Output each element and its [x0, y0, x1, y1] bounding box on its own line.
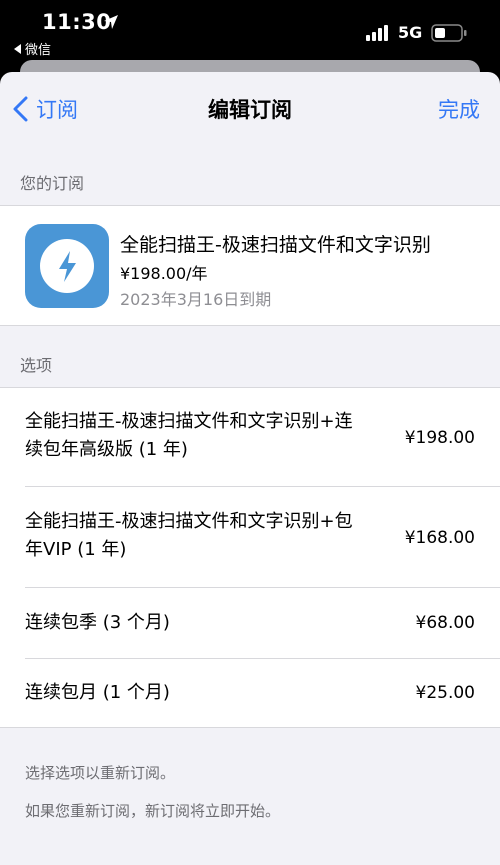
location-arrow-icon — [104, 15, 118, 29]
option-label: 连续包月 (1 个月) — [25, 682, 170, 703]
option-label: 全能扫描王-极速扫描文件和文字识别+包 年VIP (1 年) — [25, 511, 353, 560]
options-header: 选项 — [20, 356, 53, 375]
back-app-label: 微信 — [25, 43, 52, 58]
chevron-left-icon — [13, 96, 28, 122]
battery-icon — [431, 24, 467, 42]
option-price: ¥68.00 — [415, 613, 475, 633]
option-label: 全能扫描王-极速扫描文件和文字识别+连 续包年高级版 (1 年) — [25, 411, 353, 460]
option-row[interactable]: 连续包月 (1 个月) ¥25.00 — [0, 659, 500, 729]
app-price: ¥198.00/年 — [120, 264, 208, 283]
current-subscription-card: 全能扫描王-极速扫描文件和文字识别 ¥198.00/年 2023年3月16日到期 — [0, 205, 500, 326]
back-triangle-icon — [14, 43, 21, 54]
option-row[interactable]: 连续包季 (3 个月) ¥68.00 — [0, 588, 500, 659]
app-name: 全能扫描王-极速扫描文件和文字识别 — [120, 234, 431, 256]
option-row[interactable]: 全能扫描王-极速扫描文件和文字识别+连 续包年高级版 (1 年) ¥198.00 — [0, 388, 500, 487]
back-to-app[interactable]: 微信 — [14, 39, 51, 58]
app-icon — [25, 224, 109, 308]
status-bar: 11:30 微信 5G — [0, 0, 500, 60]
footer-note: 选择选项以重新订阅。 — [25, 764, 176, 782]
current-subscription-header: 您的订阅 — [20, 174, 85, 193]
done-button[interactable]: 完成 — [438, 94, 480, 124]
network-label: 5G — [398, 23, 423, 42]
option-label: 连续包季 (3 个月) — [25, 612, 170, 633]
status-time: 11:30 — [42, 10, 112, 34]
option-price: ¥198.00 — [404, 428, 475, 448]
options-list: 全能扫描王-极速扫描文件和文字识别+连 续包年高级版 (1 年) ¥198.00… — [0, 387, 500, 728]
option-price: ¥25.00 — [415, 683, 475, 703]
lightning-icon — [59, 251, 76, 282]
navigation-bar: 订阅 编辑订阅 完成 — [0, 72, 500, 144]
option-price: ¥168.00 — [404, 528, 475, 548]
edit-subscription-sheet: 订阅 编辑订阅 完成 您的订阅 全能扫描王-极速扫描文件和文字识别 ¥198.0… — [0, 72, 500, 865]
back-button-label: 订阅 — [36, 98, 78, 122]
back-button[interactable]: 订阅 — [10, 94, 78, 124]
option-row[interactable]: 全能扫描王-极速扫描文件和文字识别+包 年VIP (1 年) ¥168.00 — [0, 487, 500, 588]
footer-note: 如果您重新订阅，新订阅将立即开始。 — [25, 802, 281, 820]
cellular-signal-icon — [366, 25, 388, 41]
expiry-date: 2023年3月16日到期 — [120, 290, 272, 309]
